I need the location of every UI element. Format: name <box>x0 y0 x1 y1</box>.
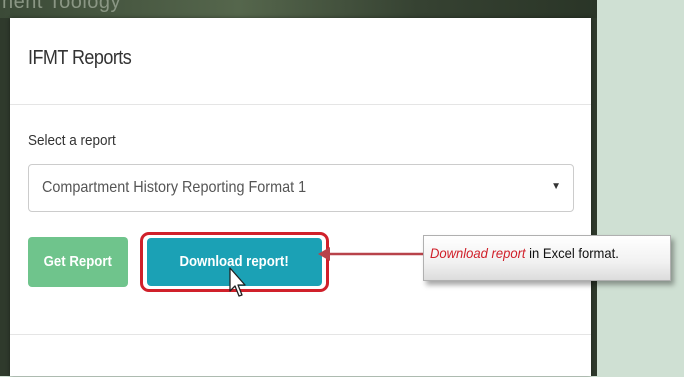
backdrop-header-band: nent Toology <box>0 0 597 18</box>
callout-emphasis: Download report <box>430 245 526 261</box>
download-callout: Download report in Excel format. <box>423 235 671 281</box>
get-report-label: Get Report <box>43 253 113 270</box>
modal-footer <box>10 334 591 377</box>
reports-modal: IFMT Reports Select a report Compartment… <box>10 18 591 376</box>
report-select-value: Compartment History Reporting Format 1 <box>42 179 307 196</box>
select-report-label: Select a report <box>28 132 116 149</box>
arrow-left-icon <box>318 247 424 261</box>
mouse-pointer-icon <box>229 267 246 297</box>
backdrop-partial-title: nent Toology <box>2 0 122 13</box>
get-report-button[interactable]: Get Report <box>28 237 128 287</box>
callout-text: Download report in Excel format. <box>430 245 619 261</box>
caret-down-icon: ▼ <box>551 181 561 192</box>
modal-header: IFMT Reports <box>10 18 591 105</box>
modal-title: IFMT Reports <box>28 47 132 69</box>
callout-rest: in Excel format. <box>525 245 619 261</box>
report-select[interactable]: Compartment History Reporting Format 1 ▼ <box>28 164 574 212</box>
